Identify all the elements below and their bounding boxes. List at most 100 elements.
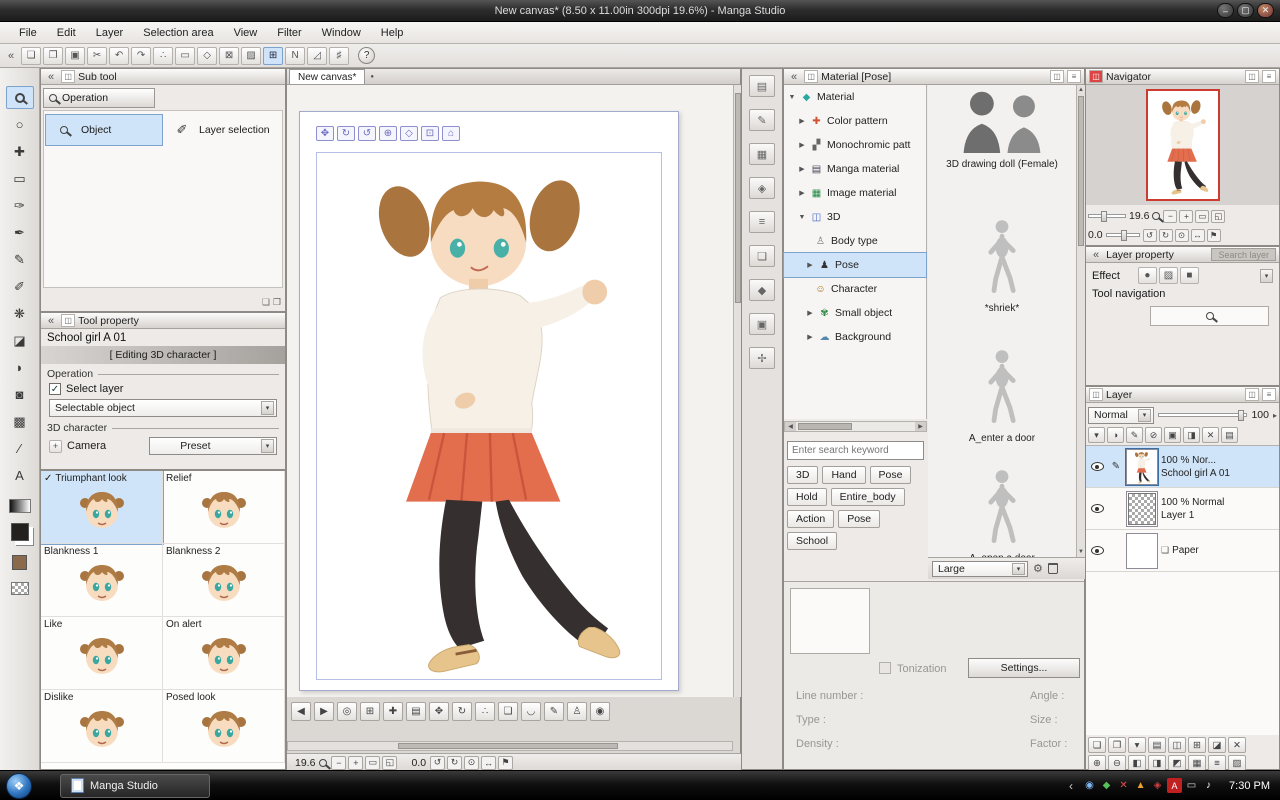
zoom-control-icon[interactable]: ◱ [382, 755, 398, 770]
thumbnail-size-dropdown[interactable]: Large ▾ [932, 560, 1028, 577]
canvas-nav-icon[interactable]: ↻ [452, 701, 472, 721]
tray-icon[interactable]: ◉ [1082, 778, 1097, 793]
gizmo-icon[interactable]: ⊕ [379, 126, 397, 141]
float-panel-icon[interactable]: ◫ [1245, 70, 1259, 83]
collapsed-palette-icon[interactable]: ✎ [749, 109, 775, 131]
layer-row[interactable]: ✎ 100 % Nor... School girl A 01 [1086, 446, 1279, 488]
panel-menu-icon[interactable]: ≡ [1262, 388, 1276, 401]
tool-button[interactable]: ✐ [6, 275, 34, 298]
zoom-control-icon[interactable]: ◱ [1211, 209, 1226, 223]
collapsed-palette-icon[interactable]: ▣ [749, 313, 775, 335]
tray-icon[interactable]: ◆ [1099, 778, 1114, 793]
tool-button[interactable]: ✑ [6, 194, 34, 217]
scroll-left-icon[interactable]: ◀ [785, 422, 796, 431]
tool-button[interactable]: ✒ [6, 221, 34, 244]
layer-row[interactable]: 100 % Normal Layer 1 [1086, 488, 1279, 530]
canvas-nav-icon[interactable]: ◡ [521, 701, 541, 721]
collapsed-palette-icon[interactable]: ▦ [749, 143, 775, 165]
opacity-slider[interactable] [1158, 410, 1248, 421]
expression-item[interactable]: ✓ Triumphant look [41, 471, 164, 545]
material-tag[interactable]: 3D [787, 466, 819, 484]
toolbar-icon[interactable]: ◿ [307, 46, 328, 65]
tool-button[interactable]: ▭ [6, 167, 34, 190]
tree-item-3d[interactable]: ▼ ◫ 3D [784, 205, 926, 229]
expander-icon[interactable]: ▶ [806, 309, 814, 317]
layer-action-icon[interactable]: ▤ [1148, 737, 1166, 753]
tray-icon[interactable]: A [1167, 778, 1183, 793]
zoom-control-icon[interactable]: − [331, 755, 347, 770]
layer-toolbar-icon[interactable]: ◑ [1107, 427, 1124, 443]
tree-item-manga-material[interactable]: ▶ ▤ Manga material [784, 157, 926, 181]
layer-action-icon[interactable]: ⊕ [1088, 755, 1106, 771]
canvas-nav-icon[interactable]: ⊞ [360, 701, 380, 721]
toolbar-icon[interactable]: ◇ [197, 46, 218, 65]
layer-row[interactable]: ❏ Paper [1086, 530, 1279, 572]
layer-action-icon[interactable]: ▨ [1228, 755, 1246, 771]
rotate-control-icon[interactable]: ↔ [1190, 228, 1205, 242]
canvas-tab[interactable]: New canvas* [289, 69, 366, 84]
tree-item-material[interactable]: ▼ ◆ Material [784, 85, 926, 109]
layer-toolbar-icon[interactable]: ▾ [1088, 427, 1105, 443]
layer-thumbnail[interactable] [1126, 532, 1158, 569]
preset-dropdown[interactable]: Preset ▾ [149, 437, 277, 455]
subtool-layer-selection[interactable]: ✐ Layer selection [164, 115, 286, 145]
menu-item[interactable]: Help [372, 24, 413, 42]
collapse-panel-icon[interactable]: « [787, 71, 801, 83]
layer-toolbar-icon[interactable]: ✕ [1202, 427, 1219, 443]
layer-thumbnail[interactable] [1125, 447, 1159, 486]
search-layer-tab[interactable]: Search layer [1211, 248, 1276, 261]
canvas-nav-icon[interactable]: ▶ [314, 701, 334, 721]
help-button[interactable]: ? [358, 47, 376, 64]
sub-color-swatch[interactable] [12, 555, 27, 570]
layer-toolbar-icon[interactable]: ▤ [1221, 427, 1238, 443]
layer-action-icon[interactable]: ◧ [1128, 755, 1146, 771]
rotate-control-icon[interactable]: ↻ [1158, 228, 1173, 242]
toolbar-icon[interactable]: ▭ [175, 46, 196, 65]
3d-character-figure[interactable] [326, 144, 650, 684]
rotate-control-icon[interactable]: ⊙ [464, 755, 480, 770]
layer-thumbnail[interactable] [1126, 490, 1158, 527]
layer-action-icon[interactable]: ⊞ [1188, 737, 1206, 753]
layer-action-icon[interactable]: ◪ [1208, 737, 1226, 753]
toolbar-icon[interactable]: ❐ [43, 46, 64, 65]
toolbar-icon[interactable]: ♯ [329, 46, 350, 65]
toolbar-icon[interactable]: ✂ [87, 46, 108, 65]
collapsed-palette-icon[interactable]: ✢ [749, 347, 775, 369]
rotate-control-icon[interactable]: ↺ [1142, 228, 1157, 242]
tray-icon[interactable]: ◈ [1150, 778, 1165, 793]
collapsed-palette-icon[interactable]: ◆ [749, 279, 775, 301]
collapsed-palette-icon[interactable]: ≡ [749, 211, 775, 233]
horizontal-scrollbar[interactable] [287, 741, 733, 751]
effect-dropdown-icon[interactable]: ▾ [1260, 268, 1273, 283]
expander-icon[interactable]: ▶ [798, 189, 806, 197]
tool-button[interactable]: A [6, 464, 34, 487]
gizmo-icon[interactable]: ✥ [316, 126, 334, 141]
layer-action-icon[interactable]: ❐ [1108, 737, 1126, 753]
toolbar-icon[interactable]: N [285, 46, 306, 65]
subtool-corner-icon[interactable]: ❐ [273, 297, 281, 308]
canvas-nav-icon[interactable]: ❏ [498, 701, 518, 721]
material-tag[interactable]: School [787, 532, 838, 550]
zoom-tool[interactable] [5, 86, 34, 109]
menu-item[interactable]: View [225, 24, 267, 42]
tree-item-pose[interactable]: ▶ ♟ Pose [783, 252, 927, 278]
material-tag[interactable]: Hold [787, 488, 827, 506]
start-button[interactable]: ❖ [6, 772, 32, 799]
maximize-button[interactable]: ▢ [1237, 3, 1254, 18]
rotate-control-icon[interactable]: ⚑ [1206, 228, 1221, 242]
taskbar-clock[interactable]: 7:30 PM [1229, 780, 1270, 792]
expander-icon[interactable]: ▼ [798, 214, 806, 221]
layer-visibility-icon[interactable] [1090, 462, 1104, 471]
material-item[interactable]: A_open a door [928, 467, 1076, 557]
layer-toolbar-icon[interactable]: ⊘ [1145, 427, 1162, 443]
rotate-control-icon[interactable]: ↔ [481, 755, 497, 770]
transparent-color-swatch[interactable] [10, 582, 29, 595]
tonization-checkbox[interactable] [879, 662, 891, 674]
expander-icon[interactable]: ▶ [798, 117, 806, 125]
canvas-nav-icon[interactable]: ✥ [429, 701, 449, 721]
collapsed-palette-icon[interactable]: ▤ [749, 75, 775, 97]
tool-button[interactable]: ✎ [6, 248, 34, 271]
rotate-control-icon[interactable]: ↺ [430, 755, 446, 770]
material-item[interactable]: A_enter a door [928, 347, 1076, 444]
material-item[interactable]: *shriek* [928, 217, 1076, 314]
